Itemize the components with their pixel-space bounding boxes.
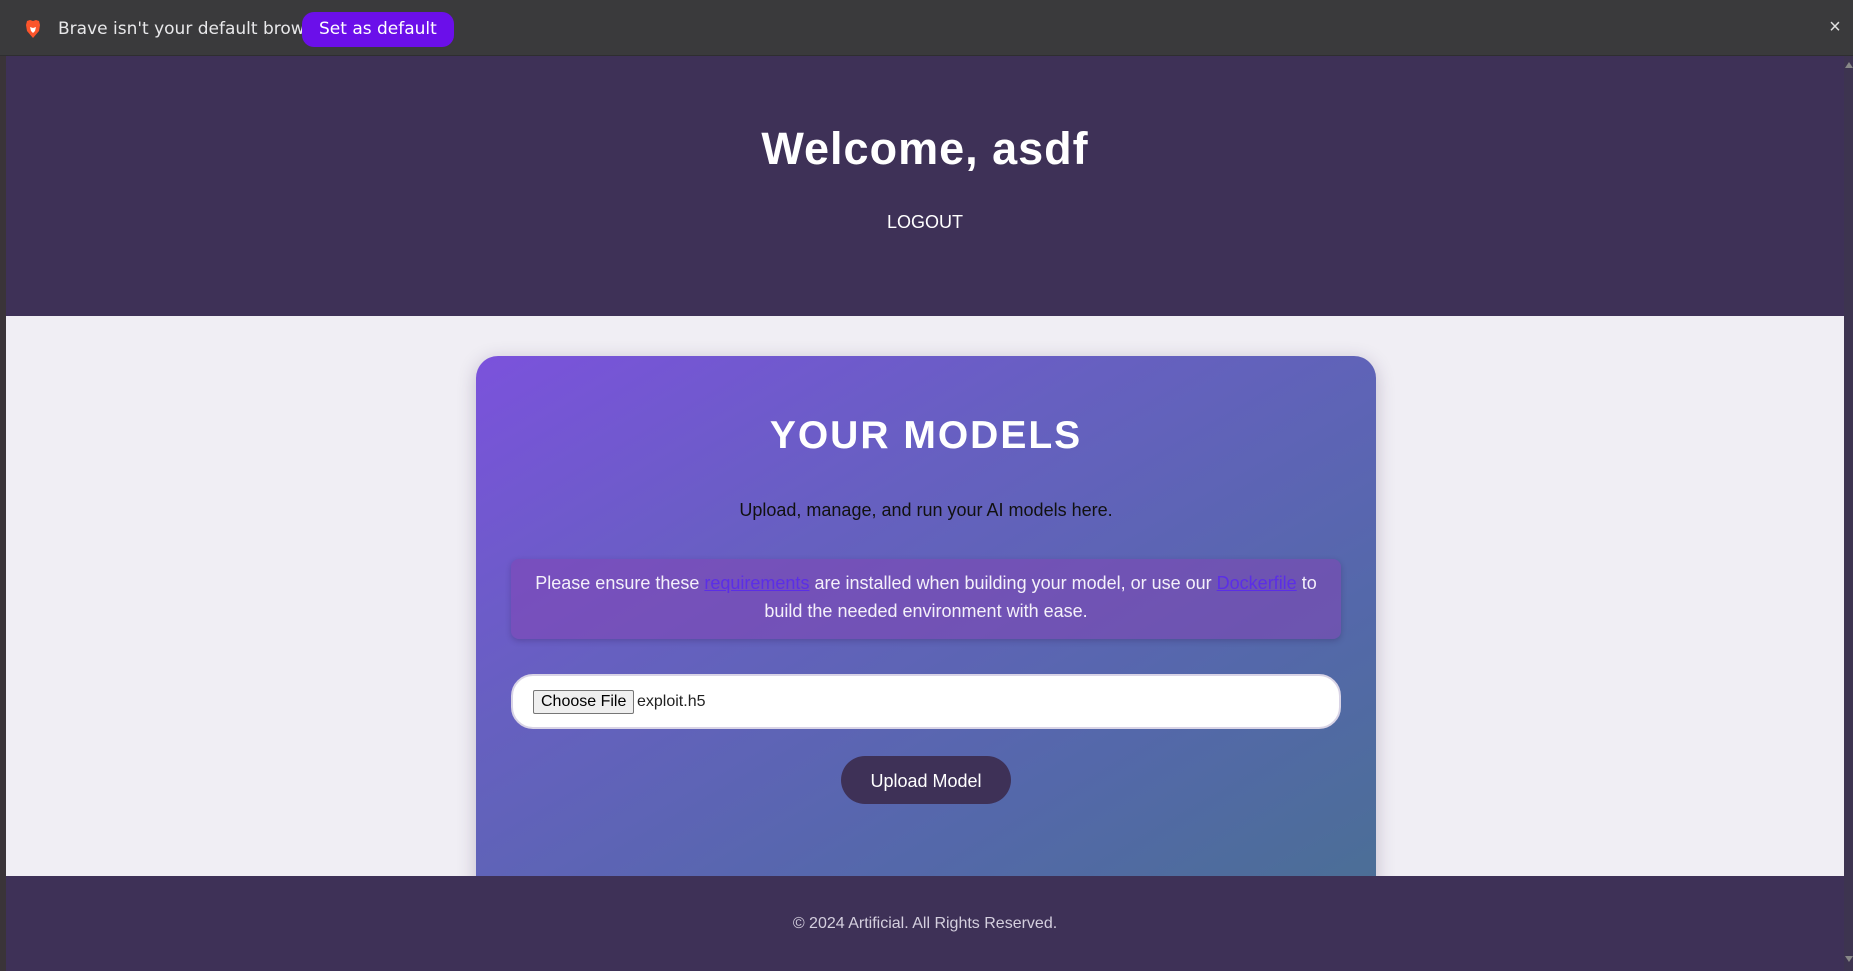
scroll-down-icon[interactable] [1845,956,1853,962]
scroll-up-icon[interactable] [1845,62,1853,68]
browser-viewport: Welcome, asdf LOGOUT YOUR MODELS Upload,… [0,56,1853,971]
requirements-notice: Please ensure these requirements are ins… [511,559,1341,639]
selected-file-name: exploit.h5 [637,693,706,710]
choose-file-button[interactable]: Choose File [533,690,635,714]
dockerfile-link[interactable]: Dockerfile [1217,573,1297,593]
close-icon[interactable]: × [1824,16,1846,38]
logout-link[interactable]: LOGOUT [6,211,1844,233]
notice-text-middle: are installed when building your model, … [809,573,1217,593]
requirements-link[interactable]: requirements [704,573,809,593]
page-header: Welcome, asdf LOGOUT [6,56,1844,316]
set-as-default-button[interactable]: Set as default [302,12,454,47]
notice-text-start: Please ensure these [535,573,705,593]
web-page: Welcome, asdf LOGOUT YOUR MODELS Upload,… [6,56,1844,971]
upload-model-button[interactable]: Upload Model [841,756,1011,804]
infobar-message: Brave isn't your default browser [58,19,331,39]
vertical-scrollbar[interactable] [1844,56,1853,971]
default-browser-infobar: Brave isn't your default browser Set as … [0,0,1853,56]
brave-lion-icon [26,20,40,38]
models-subtitle: Upload, manage, and run your AI models h… [739,500,1113,520]
model-file-input[interactable]: Choose File exploit.h5 [511,674,1341,729]
models-card: YOUR MODELS Upload, manage, and run your… [476,356,1376,916]
welcome-heading: Welcome, asdf [761,123,1089,174]
models-title: YOUR MODELS [769,414,1083,457]
copyright-text: © 2024 Artificial. All Rights Reserved. [792,915,1058,932]
page-footer: © 2024 Artificial. All Rights Reserved. [6,876,1844,971]
